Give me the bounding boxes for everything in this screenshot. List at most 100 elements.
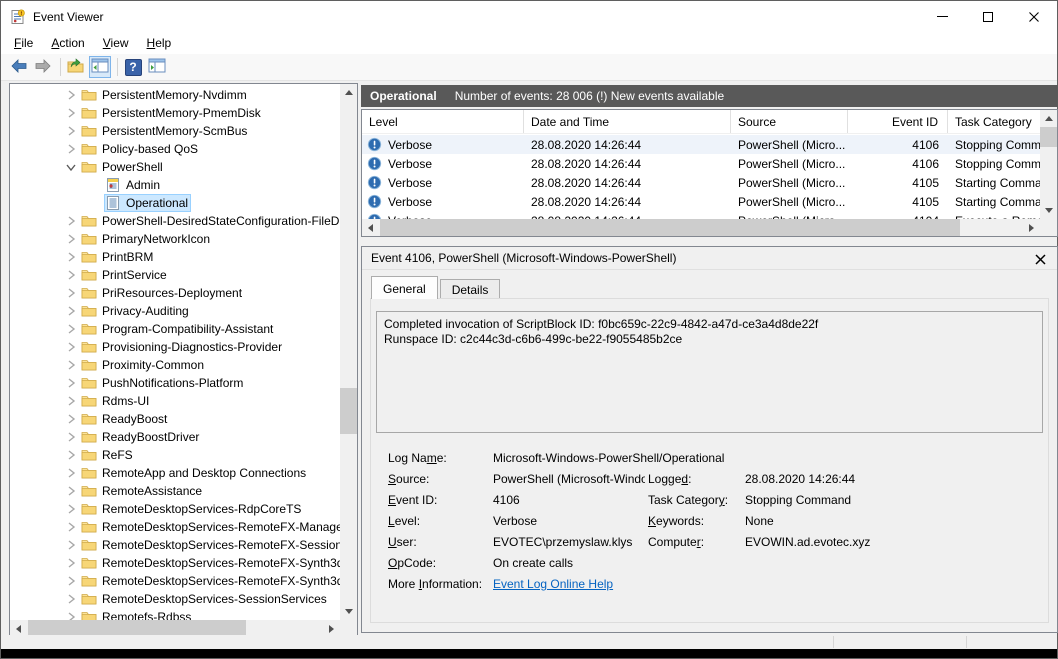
event-row[interactable]: Verbose 28.08.2020 14:26:44 PowerShell (… [362, 211, 1040, 219]
forward-arrow-icon [34, 59, 52, 76]
column-header-date-and-time[interactable]: Date and Time [524, 110, 731, 133]
export-button[interactable] [65, 56, 87, 78]
tree-item[interactable]: RemoteDesktopServices-RemoteFX-Synth3dvs… [10, 572, 340, 590]
back-button[interactable] [8, 56, 30, 78]
tree-item[interactable]: Operational [10, 194, 340, 212]
maximize-button[interactable] [965, 1, 1011, 32]
chevron-icon[interactable] [62, 482, 80, 500]
scroll-right-button[interactable] [1023, 219, 1040, 236]
events-vertical-scrollbar[interactable] [1040, 110, 1057, 219]
tree-item[interactable]: Policy-based QoS [10, 140, 340, 158]
tree-item[interactable]: RemoteDesktopServices-RemoteFX-Manager [10, 518, 340, 536]
tree-item[interactable]: PrimaryNetworkIcon [10, 230, 340, 248]
chevron-icon[interactable] [62, 284, 80, 302]
tree-item[interactable]: RemoteDesktopServices-RdpCoreTS [10, 500, 340, 518]
tree-item[interactable]: ReadyBoostDriver [10, 428, 340, 446]
menu-action[interactable]: Action [42, 32, 93, 54]
chevron-icon[interactable] [62, 248, 80, 266]
tree-item[interactable]: PushNotifications-Platform [10, 374, 340, 392]
event-row[interactable]: Verbose 28.08.2020 14:26:44 PowerShell (… [362, 173, 1040, 192]
tree-item[interactable]: PersistentMemory-PmemDisk [10, 104, 340, 122]
tree-item[interactable]: RemoteDesktopServices-RemoteFX-SessionLi… [10, 536, 340, 554]
chevron-icon[interactable] [62, 320, 80, 338]
event-log-online-help-link[interactable]: Event Log Online Help [493, 577, 645, 591]
scroll-down-button[interactable] [1040, 202, 1057, 219]
chevron-icon[interactable] [62, 122, 80, 140]
show-console-tree-button[interactable] [89, 56, 111, 78]
forward-button[interactable] [32, 56, 54, 78]
tree-item[interactable]: PrintBRM [10, 248, 340, 266]
help-button[interactable]: ? [122, 56, 144, 78]
event-row[interactable]: Verbose 28.08.2020 14:26:44 PowerShell (… [362, 135, 1040, 154]
chevron-icon[interactable] [62, 104, 80, 122]
tree-item[interactable]: ReFS [10, 446, 340, 464]
minimize-button[interactable] [919, 1, 965, 32]
events-horizontal-scrollbar[interactable] [362, 219, 1040, 236]
column-header-task-category[interactable]: Task Category [948, 110, 1040, 133]
chevron-icon[interactable] [62, 86, 80, 104]
tree-item[interactable]: PowerShell [10, 158, 340, 176]
event-row[interactable]: Verbose 28.08.2020 14:26:44 PowerShell (… [362, 154, 1040, 173]
chevron-icon[interactable] [62, 356, 80, 374]
tree-item[interactable]: ReadyBoost [10, 410, 340, 428]
tree-item[interactable]: RemoteAssistance [10, 482, 340, 500]
tab-details[interactable]: Details [440, 279, 501, 299]
column-header-source[interactable]: Source [731, 110, 848, 133]
chevron-icon[interactable] [62, 500, 80, 518]
chevron-icon[interactable] [62, 536, 80, 554]
close-button[interactable] [1011, 1, 1057, 32]
events-vscroll-thumb[interactable] [1040, 127, 1057, 147]
chevron-icon[interactable] [62, 230, 80, 248]
tree-item[interactable]: PersistentMemory-ScmBus [10, 122, 340, 140]
tree-item[interactable]: Provisioning-Diagnostics-Provider [10, 338, 340, 356]
column-header-event-id[interactable]: Event ID [848, 110, 948, 133]
tree-item[interactable]: Rdms-UI [10, 392, 340, 410]
chevron-icon[interactable] [62, 590, 80, 608]
chevron-icon[interactable] [62, 140, 80, 158]
tree-vscroll-thumb[interactable] [340, 388, 357, 434]
scroll-up-button[interactable] [1040, 110, 1057, 127]
tree-item[interactable]: Remotefs-Rdbss [10, 608, 340, 620]
chevron-icon[interactable] [62, 410, 80, 428]
tree-item[interactable]: Admin [10, 176, 340, 194]
scroll-left-button[interactable] [362, 219, 379, 236]
chevron-icon[interactable] [62, 374, 80, 392]
chevron-icon[interactable] [62, 212, 80, 230]
menu-help[interactable]: Help [138, 32, 181, 54]
chevron-icon[interactable] [62, 158, 80, 176]
menu-view[interactable]: View [94, 32, 138, 54]
tree-item[interactable]: RemoteApp and Desktop Connections [10, 464, 340, 482]
column-header-level[interactable]: Level [362, 110, 524, 133]
event-description-box[interactable]: Completed invocation of ScriptBlock ID: … [376, 311, 1043, 433]
tree-item[interactable]: RemoteDesktopServices-RemoteFX-Synth3dvs… [10, 554, 340, 572]
chevron-icon[interactable] [62, 338, 80, 356]
tree-item[interactable]: PersistentMemory-Nvdimm [10, 86, 340, 104]
chevron-icon[interactable] [62, 554, 80, 572]
tree-item[interactable]: Proximity-Common [10, 356, 340, 374]
chevron-icon[interactable] [62, 572, 80, 590]
chevron-icon[interactable] [62, 428, 80, 446]
chevron-icon[interactable] [62, 446, 80, 464]
tree-item[interactable]: PrintService [10, 266, 340, 284]
chevron-icon[interactable] [62, 464, 80, 482]
events-table-header: Level Date and Time Source Event ID Task… [362, 110, 1040, 134]
tree-item[interactable]: PowerShell-DesiredStateConfiguration-Fil… [10, 212, 340, 230]
details-close-button[interactable] [1032, 251, 1048, 267]
events-hscroll-thumb[interactable] [380, 219, 960, 236]
tree-vertical-scrollbar[interactable] [340, 84, 357, 620]
scroll-down-button[interactable] [340, 603, 357, 620]
tree-item[interactable]: Privacy-Auditing [10, 302, 340, 320]
tree-item[interactable]: PriResources-Deployment [10, 284, 340, 302]
scroll-up-button[interactable] [340, 84, 357, 101]
show-action-pane-button[interactable] [146, 56, 168, 78]
tree-item[interactable]: RemoteDesktopServices-SessionServices [10, 590, 340, 608]
chevron-icon[interactable] [62, 302, 80, 320]
chevron-icon[interactable] [62, 608, 80, 620]
chevron-icon[interactable] [62, 392, 80, 410]
tab-general[interactable]: General [371, 276, 438, 299]
menu-file[interactable]: File [5, 32, 42, 54]
tree-item[interactable]: Program-Compatibility-Assistant [10, 320, 340, 338]
chevron-icon[interactable] [62, 518, 80, 536]
chevron-icon[interactable] [62, 266, 80, 284]
event-row[interactable]: Verbose 28.08.2020 14:26:44 PowerShell (… [362, 192, 1040, 211]
